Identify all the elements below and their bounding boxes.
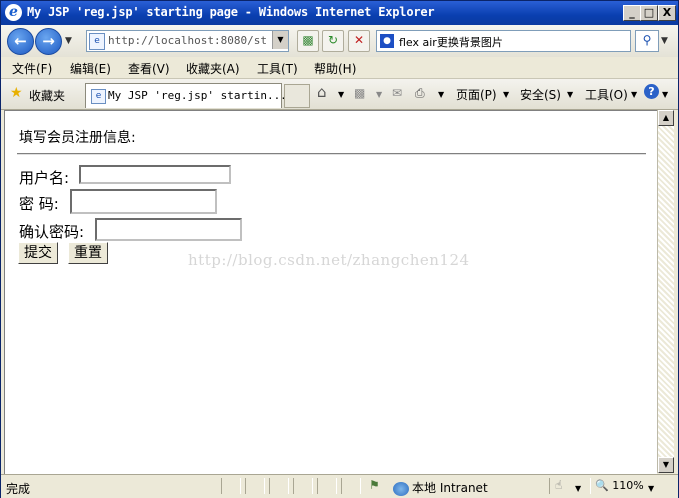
search-button[interactable]: ⚲ <box>635 30 659 52</box>
help-icon[interactable]: ? <box>644 84 659 99</box>
stop-icon[interactable]: ✕ <box>348 30 370 52</box>
menu-help[interactable]: 帮助(H) <box>314 60 356 77</box>
ie-logo-icon: e <box>5 4 22 21</box>
zoom-dropdown-icon[interactable]: ▼ <box>648 484 654 493</box>
maximize-button[interactable]: □ <box>640 5 658 21</box>
close-button[interactable]: X <box>658 5 676 21</box>
zone-label: 本地 Intranet <box>412 481 488 495</box>
home-icon[interactable]: ⌂ <box>317 83 327 101</box>
safety-menu-button[interactable]: 安全(S) <box>520 86 561 103</box>
address-bar[interactable]: e http://localhost:8080/strut ▼ <box>86 30 289 52</box>
zoom-control[interactable]: 🔍 110% <box>595 479 644 492</box>
menu-edit[interactable]: 编辑(E) <box>70 60 111 77</box>
status-segment <box>317 478 337 494</box>
menu-favorites[interactable]: 收藏夹(A) <box>186 60 240 77</box>
print-icon[interactable]: ⎙ <box>415 86 425 101</box>
scroll-down-icon[interactable]: ▼ <box>658 457 674 473</box>
vertical-scrollbar[interactable]: ▲ ▼ <box>657 110 674 473</box>
window-title: My JSP 'reg.jsp' starting page - Windows… <box>27 5 435 19</box>
mail-icon[interactable]: ✉ <box>392 86 402 100</box>
browser-window: e My JSP 'reg.jsp' starting page - Windo… <box>0 0 679 498</box>
address-toolbar: ← → ▼ e http://localhost:8080/strut ▼ ▩ … <box>1 25 678 58</box>
status-bar: 完成 ⚑ 本地 Intranet ☝ ▼ 🔍 110% ▼ <box>1 474 678 498</box>
menu-bar: 文件(F) 编辑(E) 查看(V) 收藏夹(A) 工具(T) 帮助(H) <box>1 57 678 79</box>
search-input[interactable]: flex air更换背景图片 <box>399 34 503 50</box>
menu-file[interactable]: 文件(F) <box>12 60 52 77</box>
popup-dropdown-icon[interactable]: ▼ <box>575 484 581 493</box>
menu-view[interactable]: 查看(V) <box>128 60 170 77</box>
status-segment <box>221 478 241 494</box>
watermark-text: http://blog.csdn.net/zhangchen124 <box>188 251 470 269</box>
submit-button[interactable]: 提交 <box>18 242 58 264</box>
favorites-star-icon[interactable]: ★ <box>10 85 23 101</box>
confirm-password-input[interactable] <box>95 218 242 241</box>
minimize-button[interactable]: _ <box>623 5 641 21</box>
search-box[interactable]: ● flex air更换背景图片 <box>376 30 631 52</box>
page-content: 填写会员注册信息: 用户名: 密 码: 确认密码: 提交 重置 http://b… <box>4 110 657 474</box>
page-menu-button[interactable]: 页面(P) <box>456 86 497 103</box>
username-input[interactable] <box>79 165 231 184</box>
status-segment <box>245 478 265 494</box>
favorites-button[interactable]: 收藏夹 <box>29 87 65 104</box>
globe-icon <box>393 481 409 496</box>
page-dropdown-icon[interactable]: ▼ <box>503 90 509 99</box>
status-segment <box>293 478 313 494</box>
page-icon: e <box>91 89 106 104</box>
address-input[interactable]: http://localhost:8080/strut <box>108 34 268 47</box>
safety-dropdown-icon[interactable]: ▼ <box>567 90 573 99</box>
home-dropdown-icon[interactable]: ▼ <box>338 90 344 99</box>
security-zone[interactable]: 本地 Intranet <box>393 479 488 496</box>
page-heading: 填写会员注册信息: <box>19 130 136 146</box>
new-tab-button[interactable] <box>284 84 310 108</box>
feeds-icon[interactable]: ▩ <box>354 86 365 100</box>
tools-menu-button[interactable]: 工具(O) <box>585 86 628 103</box>
confirm-password-label: 确认密码: <box>19 223 85 241</box>
title-bar: e My JSP 'reg.jsp' starting page - Windo… <box>1 1 678 25</box>
print-dropdown-icon[interactable]: ▼ <box>438 90 444 99</box>
popup-blocker-icon[interactable]: ☝ <box>555 478 562 492</box>
tab-reg-jsp[interactable]: e My JSP 'reg.jsp' startin... <box>85 83 287 108</box>
menu-tools[interactable]: 工具(T) <box>257 60 298 77</box>
page-icon: e <box>89 33 105 50</box>
favorites-bar: ★ 收藏夹 e My JSP 'reg.jsp' startin... ⌂ ▼ … <box>1 79 678 110</box>
forward-button[interactable]: → <box>35 28 62 55</box>
back-button[interactable]: ← <box>7 28 34 55</box>
status-text: 完成 <box>6 482 31 496</box>
refresh-icon[interactable]: ↻ <box>322 30 344 52</box>
scroll-up-icon[interactable]: ▲ <box>658 110 674 126</box>
help-dropdown-icon[interactable]: ▼ <box>662 90 668 99</box>
divider <box>17 153 646 155</box>
reset-button[interactable]: 重置 <box>68 242 108 264</box>
status-segment <box>341 478 361 494</box>
password-label: 密 码: <box>19 195 59 213</box>
protected-mode-icon[interactable]: ⚑ <box>369 478 380 492</box>
feeds-dropdown-icon[interactable]: ▼ <box>376 90 382 99</box>
password-input[interactable] <box>70 189 217 214</box>
address-dropdown-icon[interactable]: ▼ <box>272 31 288 49</box>
status-segment <box>269 478 289 494</box>
compatibility-view-icon[interactable]: ▩ <box>297 30 319 52</box>
tools-dropdown-icon[interactable]: ▼ <box>631 90 637 99</box>
tab-title: My JSP 'reg.jsp' startin... <box>108 89 287 102</box>
history-dropdown-icon[interactable]: ▼ <box>65 36 72 46</box>
zoom-level: 110% <box>612 479 644 492</box>
baidu-icon: ● <box>380 34 394 48</box>
username-label: 用户名: <box>19 169 70 187</box>
search-options-icon[interactable]: ▼ <box>661 36 668 46</box>
zoom-icon: 🔍 <box>595 479 609 492</box>
